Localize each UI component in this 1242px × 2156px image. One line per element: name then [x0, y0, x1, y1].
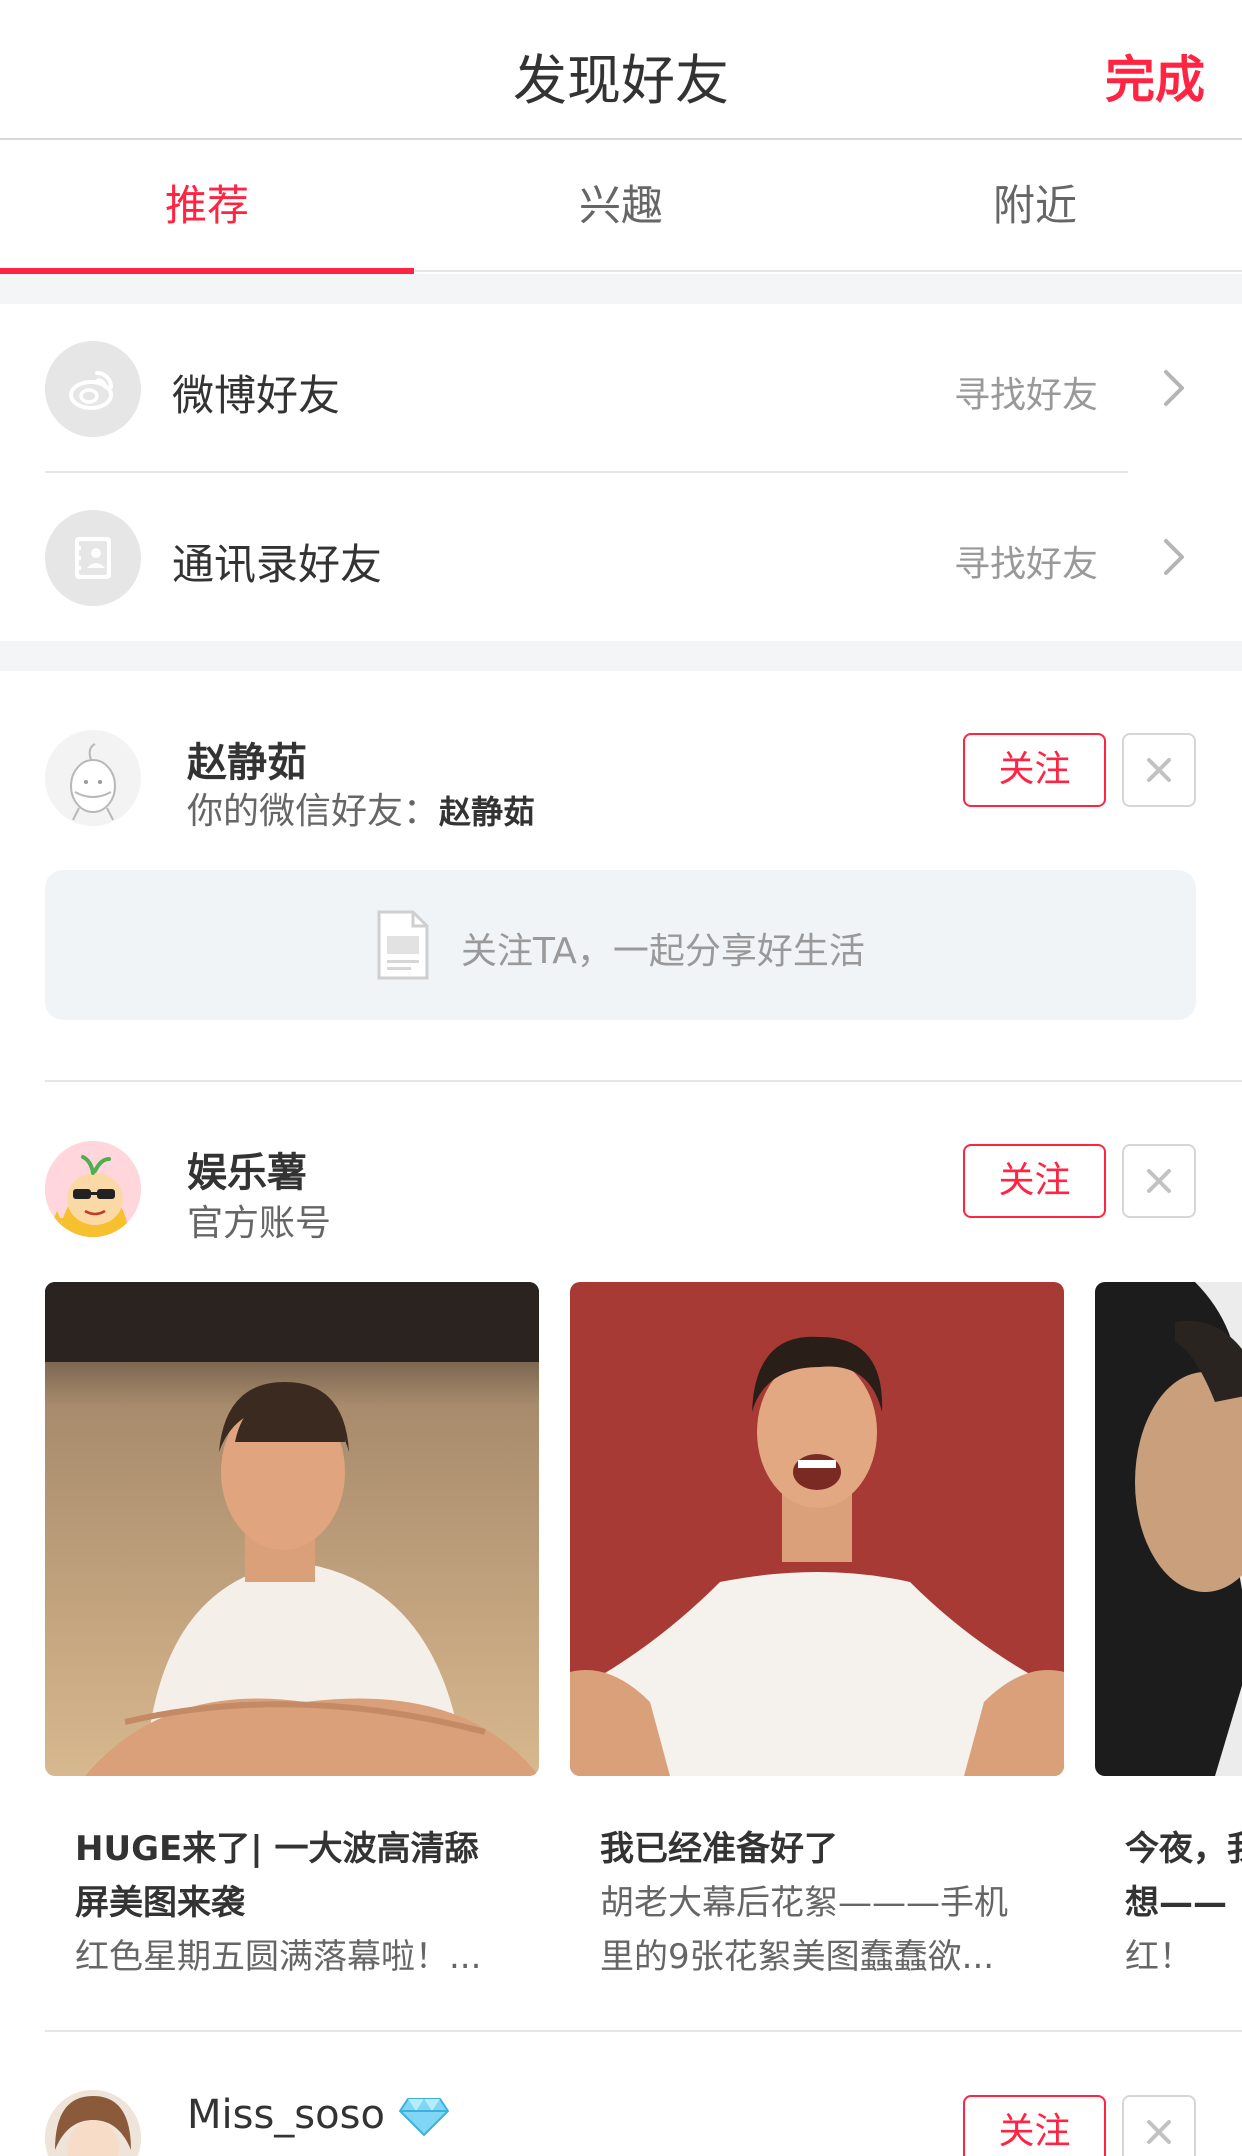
- note-title: 我已经准备好了: [600, 1829, 838, 1869]
- note-image[interactable]: [45, 1282, 539, 1776]
- tab-interest[interactable]: 兴趣: [414, 142, 828, 272]
- find-contacts-friends-row[interactable]: 通讯录好友 寻找好友: [0, 473, 1242, 641]
- subtitle-prefix: 你的微信好友：: [187, 791, 440, 832]
- weibo-icon: [45, 341, 141, 437]
- tab-label: 兴趣: [578, 181, 663, 230]
- find-friends-link[interactable]: 寻找好友: [954, 535, 1098, 587]
- dismiss-button[interactable]: [1122, 733, 1196, 807]
- note-image[interactable]: [570, 1282, 1064, 1776]
- dismiss-button[interactable]: [1122, 2095, 1196, 2156]
- done-button[interactable]: 完成: [1105, 40, 1205, 112]
- follow-button[interactable]: 关注: [963, 733, 1106, 807]
- contacts-icon: [45, 510, 141, 606]
- tab-recommend[interactable]: 推荐: [0, 142, 414, 274]
- tab-label: 推荐: [164, 181, 249, 230]
- diamond-icon: [398, 2098, 449, 2137]
- user-name[interactable]: 娱乐薯: [187, 1140, 307, 1198]
- section-gap: [0, 641, 1242, 671]
- user-divider: [45, 1080, 1242, 1082]
- tab-bar: 推荐 兴趣 附近: [0, 142, 1242, 274]
- avatar[interactable]: [45, 730, 141, 826]
- note-description: 红色星期五圆满落幕啦！...: [75, 1937, 482, 1977]
- user-subtitle: 官方账号: [187, 1203, 332, 1244]
- note-image[interactable]: [1095, 1282, 1242, 1776]
- wechat-friend-name: 赵静茹: [439, 793, 536, 831]
- page-title: 发现好友: [513, 49, 729, 112]
- find-weibo-friends-row[interactable]: 微博好友 寻找好友: [0, 304, 1242, 472]
- nav-bar: 发现好友 完成: [0, 0, 1242, 140]
- note-title: 今夜，我 想——: [1125, 1829, 1242, 1923]
- avatar[interactable]: [45, 1141, 141, 1237]
- follow-button[interactable]: 关注: [963, 1144, 1106, 1218]
- close-icon: [1147, 758, 1171, 782]
- notes-carousel[interactable]: HUGE来了| 一大波高清舔 屏美图来袭 红色星期五圆满落幕啦！... 我已经准…: [0, 1282, 1242, 1982]
- tab-label: 附近: [992, 181, 1077, 230]
- section-gap: [0, 274, 1242, 304]
- contacts-friends-label: 通讯录好友: [172, 540, 383, 589]
- chevron-right-icon: [1164, 370, 1184, 406]
- follow-button[interactable]: 关注: [963, 2095, 1106, 2156]
- note-title: HUGE来了| 一大波高清舔 屏美图来袭: [75, 1829, 479, 1923]
- note-description: 胡老大幕后花絮———手机 里的9张花絮美图蠢蠢欲...: [600, 1883, 1008, 1977]
- user-name[interactable]: 赵静茹: [187, 730, 307, 788]
- close-icon: [1147, 1169, 1171, 1193]
- empty-notes-text: 关注TA，一起分享好生活: [461, 931, 865, 972]
- document-icon: [377, 910, 429, 980]
- chevron-right-icon: [1164, 539, 1184, 575]
- find-friends-link[interactable]: 寻找好友: [954, 366, 1098, 418]
- dismiss-button[interactable]: [1122, 1144, 1196, 1218]
- user-name[interactable]: Miss_soso: [187, 2092, 450, 2138]
- close-icon: [1147, 2120, 1171, 2144]
- user-divider: [45, 2030, 1242, 2032]
- tab-nearby[interactable]: 附近: [828, 142, 1242, 272]
- empty-notes-box: 关注TA，一起分享好生活: [45, 870, 1196, 1020]
- weibo-friends-label: 微博好友: [172, 371, 341, 420]
- user-subtitle: 你的微信好友：赵静茹: [187, 782, 535, 834]
- note-description: 红！: [1125, 1937, 1193, 1977]
